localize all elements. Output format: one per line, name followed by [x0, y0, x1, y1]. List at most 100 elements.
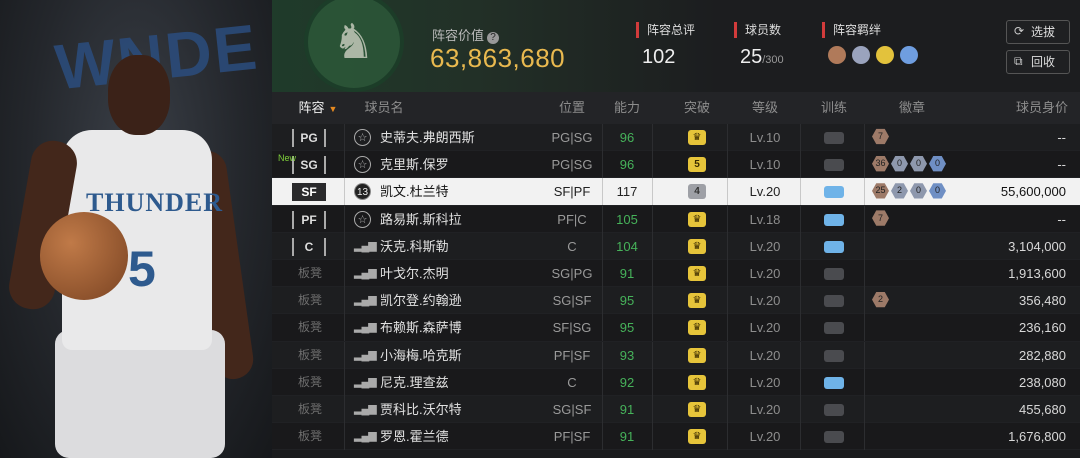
table-row[interactable]: 板凳 ▂▄▆ 小海梅.哈克斯 PF|SF 93 ♛ Lv.20 282,880: [272, 341, 1080, 369]
select-button-label: 选拔: [1031, 25, 1056, 39]
column-divider: [652, 368, 653, 396]
player-value: 3,104,000: [1008, 238, 1066, 254]
col-name[interactable]: 球员名: [354, 92, 414, 124]
lineup-value-label-text: 阵容价值: [432, 28, 485, 43]
basketball-icon: [40, 212, 128, 300]
breakthrough-badge: 4: [688, 184, 706, 200]
recycle-icon: ⧉: [1014, 54, 1023, 68]
table-row[interactable]: PG ☆ 史蒂夫.弗朗西斯 PG|SG 96 ♛ Lv.10 7 --: [272, 124, 1080, 152]
select-button[interactable]: ⟳ 选拔: [1006, 20, 1070, 44]
chemistry-silver-icon[interactable]: [852, 46, 870, 64]
table-row[interactable]: 板凳 ▂▄▆ 罗恩.霍兰德 PF|SF 91 ♛ Lv.20 1,676,800: [272, 423, 1080, 451]
team-logo: ♞: [304, 0, 404, 92]
player-artwork: WNDE THUNDER 5: [0, 0, 272, 458]
chemistry-gold-icon[interactable]: [876, 46, 894, 64]
player-name[interactable]: 史蒂夫.弗朗西斯: [380, 124, 475, 151]
table-row[interactable]: 板凳 ▂▄▆ 尼克.理查兹 C 92 ♛ Lv.20 238,080: [272, 368, 1080, 396]
column-divider: [344, 205, 345, 233]
table-row[interactable]: 板凳 ▂▄▆ 凯尔登.约翰逊 SG|SF 95 ♛ Lv.20 2 356,480: [272, 287, 1080, 315]
column-divider: [727, 314, 728, 342]
player-name[interactable]: 克里斯.保罗: [380, 151, 449, 178]
player-ability: 95: [619, 320, 635, 336]
column-divider: [864, 151, 865, 179]
training-icon: [824, 295, 844, 308]
col-level[interactable]: 等级: [730, 92, 800, 124]
crown-icon: ♛: [688, 401, 706, 417]
badge-hex-icon: 2: [872, 291, 889, 308]
table-row[interactable]: 板凳 ▂▄▆ 布赖斯.森萨博 SF|SG 95 ♛ Lv.20 236,160: [272, 314, 1080, 342]
training-icon: [824, 186, 844, 199]
column-divider: [652, 205, 653, 233]
signal-bars-icon: ▂▄▆: [354, 375, 377, 388]
col-ability[interactable]: 能力: [602, 92, 652, 124]
col-breakthrough[interactable]: 突破: [667, 92, 727, 124]
lineup-chemistry[interactable]: 阵容羁绊: [822, 22, 918, 64]
player-head: [108, 55, 170, 135]
table-row[interactable]: 板凳 ▂▄▆ 贾科比.沃尔特 SG|SF 91 ♛ Lv.20 455,680: [272, 395, 1080, 424]
player-ability: 96: [619, 130, 635, 145]
column-divider: [864, 259, 865, 287]
recycle-button[interactable]: ⧉ 回收: [1006, 50, 1070, 74]
col-value[interactable]: 球员身价: [992, 92, 1068, 124]
col-training[interactable]: 训练: [804, 92, 864, 124]
lineup-value-label: 阵容价值?: [432, 25, 500, 44]
column-divider: [800, 287, 801, 315]
star-icon: ☆: [354, 156, 371, 174]
column-divider: [652, 151, 653, 179]
column-divider: [800, 259, 801, 287]
column-divider: [727, 178, 728, 206]
col-badges[interactable]: 徽章: [882, 92, 942, 124]
badge-hex-icon: 7: [872, 128, 889, 145]
col-lineup[interactable]: 阵容 ▼: [286, 92, 350, 124]
refresh-icon: ⟳: [1014, 24, 1025, 38]
column-divider: [652, 287, 653, 315]
crown-icon: ♛: [688, 293, 706, 309]
player-name[interactable]: 沃克.科斯勒: [380, 233, 449, 260]
column-divider: [652, 124, 653, 151]
player-count-label: 球员数: [734, 22, 784, 38]
player-name[interactable]: 贾科比.沃尔特: [380, 396, 462, 423]
chemistry-blue-icon[interactable]: [900, 46, 918, 64]
table-row[interactable]: SF 13 凯文.杜兰特 SF|PF 117 4 Lv.20 25 2 0 0 55,600,000: [272, 178, 1080, 206]
player-name[interactable]: 罗恩.霍兰德: [380, 423, 449, 450]
player-name[interactable]: 凯文.杜兰特: [380, 178, 449, 205]
signal-bars-icon: ▂▄▆: [354, 239, 377, 252]
star-icon: ☆: [354, 129, 371, 146]
lineup-slot: PG: [292, 129, 326, 147]
player-name[interactable]: 布赖斯.森萨博: [380, 314, 462, 341]
table-row[interactable]: C ▂▄▆ 沃克.科斯勒 C 104 ♛ Lv.20 3,104,000: [272, 232, 1080, 260]
player-name[interactable]: 尼克.理查兹: [380, 369, 449, 396]
player-level: Lv.20: [749, 374, 781, 390]
table-row[interactable]: SG New ☆ 克里斯.保罗 PG|SG 96 5 Lv.10 36 0 0 0 --: [272, 151, 1080, 179]
column-divider: [727, 232, 728, 260]
bench-slot: 板凳: [297, 293, 322, 308]
breakthrough-badge: 5: [688, 157, 706, 173]
player-value: 455,680: [1019, 401, 1066, 417]
player-value: 55,600,000: [1000, 184, 1066, 200]
player-name[interactable]: 凯尔登.约翰逊: [380, 287, 462, 314]
chemistry-bronze-icon[interactable]: [828, 46, 846, 64]
player-name[interactable]: 路易斯.斯科拉: [380, 206, 462, 233]
player-value: 1,676,800: [1008, 429, 1066, 445]
training-icon: [824, 267, 844, 280]
table-row[interactable]: 板凳 ▂▄▆ 叶戈尔.杰明 SG|PG 91 ♛ Lv.20 1,913,600: [272, 259, 1080, 288]
column-divider: [344, 232, 345, 260]
training-icon: [824, 159, 844, 172]
lineup-slot: PF: [292, 210, 326, 229]
column-divider: [652, 314, 653, 342]
badge-hex-icon: 0: [929, 156, 946, 172]
column-divider: [800, 368, 801, 396]
player-value: 238,080: [1019, 374, 1066, 390]
player-ability: 91: [619, 265, 635, 281]
table-row[interactable]: PF ☆ 路易斯.斯科拉 PF|C 105 ♛ Lv.18 7 --: [272, 205, 1080, 233]
badge-list: 7: [872, 128, 889, 145]
column-divider: [727, 341, 728, 369]
player-name[interactable]: 小海梅.哈克斯: [380, 342, 462, 369]
lineup-slot: SF: [292, 183, 326, 202]
lineup-rating-stat: 阵容总评 102: [636, 22, 695, 69]
signal-bars-icon: ▂▄▆: [354, 294, 377, 307]
badge-hex-icon: 0: [910, 156, 927, 172]
deer-icon: ♞: [332, 16, 376, 69]
player-name[interactable]: 叶戈尔.杰明: [380, 260, 449, 287]
player-level: Lv.20: [749, 401, 781, 417]
